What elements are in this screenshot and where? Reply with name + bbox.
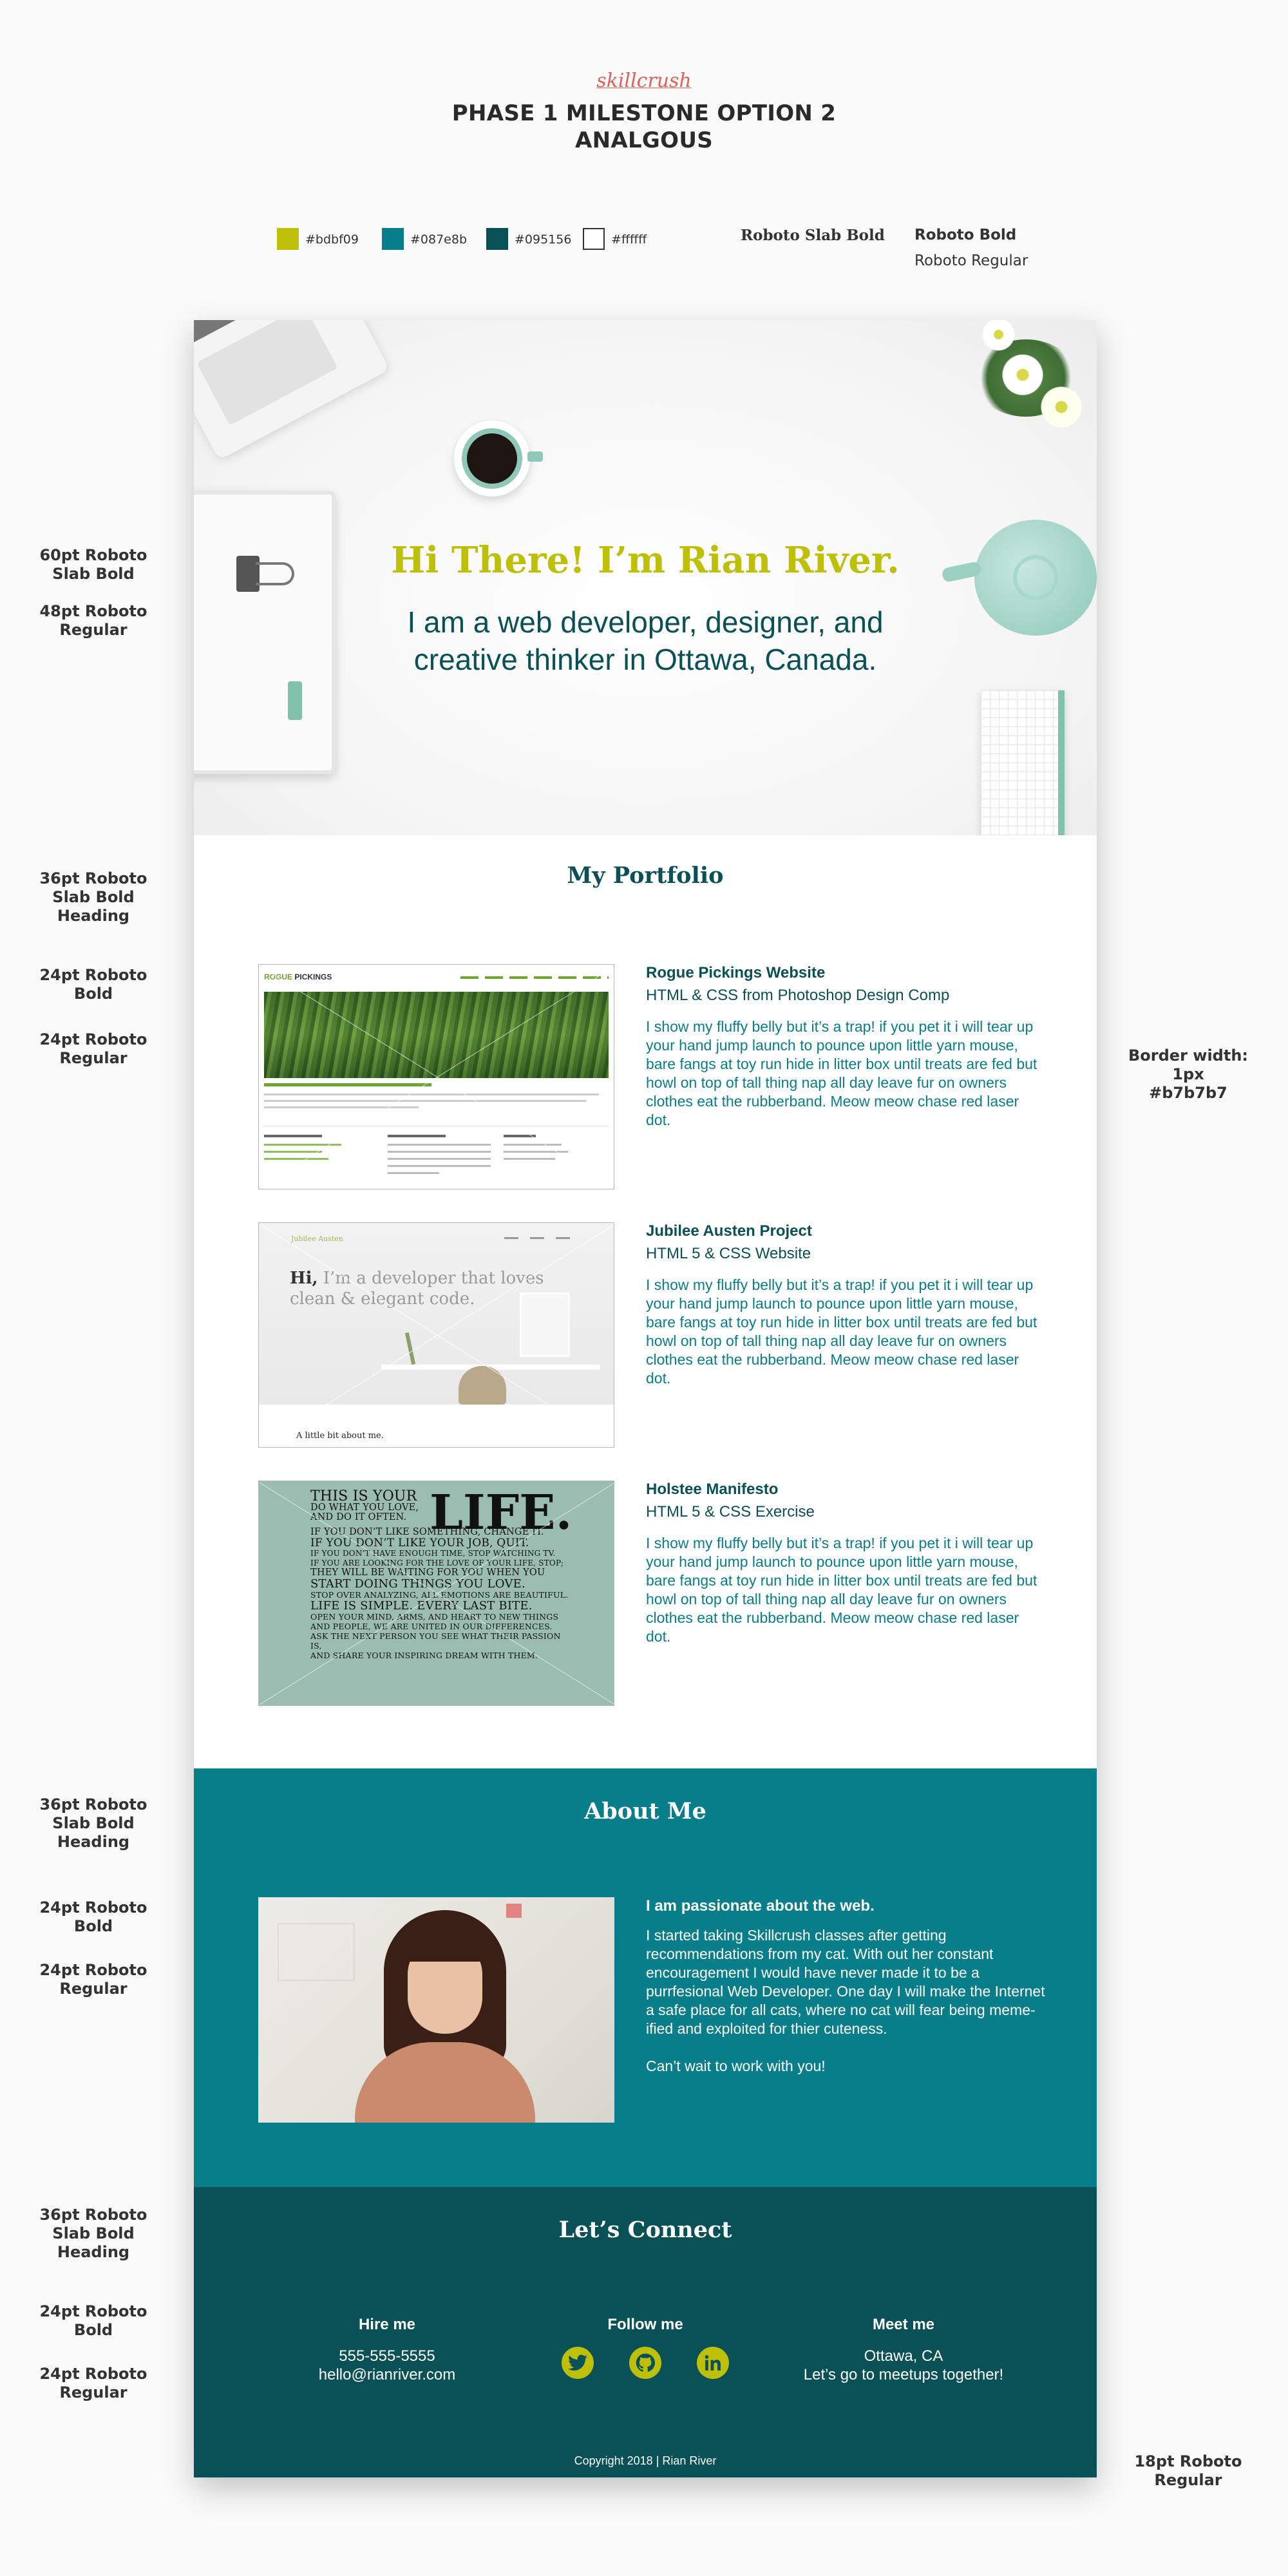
hire-me-label: Hire me	[358, 2316, 416, 2333]
coffee-cup-image	[454, 421, 543, 497]
portfolio-heading: My Portfolio	[567, 862, 724, 889]
thumb-about-text: A little bit about me.	[296, 1431, 384, 1441]
location-text: Ottawa, CA	[864, 2347, 943, 2365]
project-description: I show my fluffy belly but it’s a trap! …	[646, 1276, 1037, 1387]
page-title-line-1: PHASE 1 MILESTONE OPTION 2	[451, 100, 837, 126]
thumb-banner	[264, 1083, 431, 1086]
website-mockup: Hi There! I’m Rian River. I am a web dev…	[194, 320, 1097, 2477]
hero-title: Hi There! I’m Rian River.	[391, 539, 900, 582]
project-title[interactable]: Holstee Manifesto	[646, 1481, 778, 1499]
annotation-border-note: Border width: 1px #b7b7b7	[1128, 1046, 1248, 1102]
green-beans-image	[264, 992, 609, 1078]
annotation-footer: 18pt Roboto Regular	[1134, 2452, 1242, 2489]
annotation-connect-regular: 24pt Roboto Regular	[39, 2365, 147, 2401]
font-sample-regular: Roboto Regular	[914, 252, 1028, 269]
hire-me-column: Hire me 555-555-5555 hello@rianriver.com	[258, 2316, 516, 2384]
project-description: I show my fluffy belly but it’s a trap! …	[646, 1018, 1037, 1128]
thumb-nav	[504, 1237, 582, 1239]
linkedin-icon[interactable]	[697, 2347, 729, 2379]
flowers-image	[961, 320, 1097, 449]
annotation-about-regular: 24pt Roboto Regular	[39, 1961, 147, 1998]
github-icon[interactable]	[629, 2347, 661, 2379]
profile-photo	[258, 1897, 614, 2123]
swatch-label: #ffffff	[611, 232, 647, 247]
thumb-nav	[460, 976, 609, 979]
thumb-hero-text: Hi, I’m a developer that loves clean & e…	[290, 1269, 544, 1309]
annotation-hero-title: 60pt Roboto Slab Bold	[39, 546, 147, 583]
swatch-yellow	[277, 228, 299, 250]
hero-section: Hi There! I’m Rian River. I am a web dev…	[194, 320, 1097, 835]
manifesto-text: THIS IS YOUR DO WHAT YOU LOVE, AND DO IT…	[310, 1488, 568, 1661]
portrait-shoulders	[355, 2042, 535, 2123]
meet-me-label: Meet me	[872, 2316, 935, 2333]
swatch-dark-teal	[486, 228, 508, 250]
hero-subtitle: I am a web developer, designer, and crea…	[407, 605, 884, 676]
project-subtitle: HTML 5 & CSS Website	[646, 1245, 811, 1262]
chair-image	[459, 1366, 506, 1405]
project-thumbnail-jubilee-austen[interactable]: Jubilee Austen Hi, I’m a developer that …	[258, 1222, 614, 1448]
annotation-hero-subtitle: 48pt Roboto Regular	[39, 602, 147, 639]
meetups-text: Let’s go to meetups together!	[803, 2366, 1004, 2383]
about-subheading: I am passionate about the web.	[646, 1897, 875, 1915]
annotation-about-bold: 24pt Roboto Bold	[39, 1899, 147, 1935]
project-subtitle: HTML 5 & CSS Exercise	[646, 1503, 815, 1520]
about-section: About Me I am passionate about the web. …	[194, 1768, 1097, 2187]
swatch-label: #087e8b	[410, 232, 468, 247]
project-title[interactable]: Jubilee Austen Project	[646, 1222, 812, 1240]
about-closing: Can’t wait to work with you!	[646, 2058, 826, 2074]
swatch-label: #095156	[515, 232, 572, 247]
jubilee-austen-logo: Jubilee Austen	[291, 1235, 343, 1243]
rogue-pickings-logo: ROGUE PICKINGS	[264, 972, 332, 981]
annotation-portfolio-bold: 24pt Roboto Bold	[39, 966, 147, 1003]
annotation-portfolio-regular: 24pt Roboto Regular	[39, 1030, 147, 1067]
project-description: I show my fluffy belly but it’s a trap! …	[646, 1535, 1037, 1645]
follow-me-column: Follow me	[516, 2316, 774, 2379]
project-title[interactable]: Rogue Pickings Website	[646, 964, 825, 982]
picture-frame-image	[520, 1293, 570, 1357]
font-sample-bold: Roboto Bold	[914, 227, 1017, 243]
laptop-image	[194, 320, 390, 460]
connect-heading: Let’s Connect	[558, 2217, 732, 2243]
annotation-connect-bold: 24pt Roboto Bold	[39, 2302, 147, 2339]
phone-number[interactable]: 555-555-5555	[258, 2347, 516, 2365]
grid-notepad-image	[981, 690, 1065, 835]
connect-section: Let’s Connect Hire me 555-555-5555 hello…	[194, 2187, 1097, 2477]
annotation-portfolio-heading: 36pt Roboto Slab Bold Heading	[39, 869, 147, 925]
follow-me-label: Follow me	[607, 2316, 683, 2333]
swatch-label: #bdbf09	[305, 232, 359, 247]
page-title: PHASE 1 MILESTONE OPTION 2 ANALGOUS	[0, 100, 1288, 154]
swatch-white	[583, 228, 605, 250]
twitter-icon[interactable]	[562, 2347, 594, 2379]
about-paragraph: I started taking Skillcrush classes afte…	[646, 1927, 1045, 2037]
page-title-line-2: ANALGOUS	[574, 128, 714, 153]
annotation-connect-heading: 36pt Roboto Slab Bold Heading	[39, 2206, 147, 2261]
swatch-teal	[382, 228, 404, 250]
project-thumbnail-rogue-pickings[interactable]: ROGUE PICKINGS	[258, 964, 614, 1189]
font-sample-slab-bold: Roboto Slab Bold	[741, 227, 885, 244]
project-subtitle: HTML & CSS from Photoshop Design Comp	[646, 987, 950, 1004]
annotation-about-heading: 36pt Roboto Slab Bold Heading	[39, 1795, 147, 1851]
meet-me-column: Meet me Ottawa, CA Let’s go to meetups t…	[775, 2316, 1032, 2384]
about-heading: About Me	[584, 1798, 706, 1824]
email-link[interactable]: hello@rianriver.com	[258, 2365, 516, 2384]
copyright: Copyright 2018 | Rian River	[574, 2454, 717, 2467]
skillcrush-logo: skillcrush	[596, 70, 692, 92]
project-thumbnail-holstee-manifesto[interactable]: LIFE. THIS IS YOUR DO WHAT YOU LOVE, AND…	[258, 1481, 614, 1706]
